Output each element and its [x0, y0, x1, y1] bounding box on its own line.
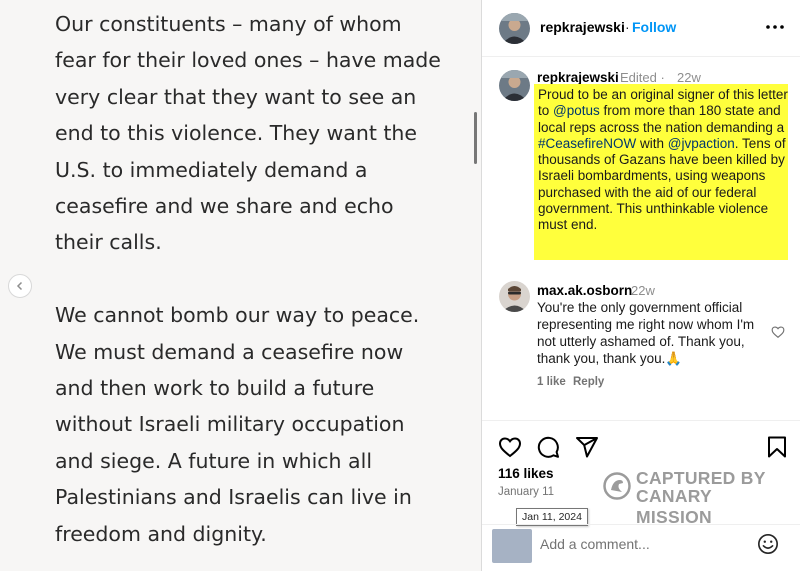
- hashtag-link[interactable]: #CeasefireNOW: [538, 136, 636, 151]
- post-image-paragraph: We cannot bomb our way to peace. We must…: [55, 303, 420, 546]
- actions-divider: [482, 420, 800, 421]
- previous-image-button[interactable]: [8, 274, 32, 298]
- post-image-paragraph: Our constituents – many of whom fear for…: [55, 12, 441, 255]
- comment-timestamp[interactable]: 22w: [631, 283, 655, 298]
- caption-edited-label: Edited ·: [620, 70, 665, 85]
- post-image-text: Our constituents – many of whom fear for…: [55, 6, 455, 552]
- reply-button[interactable]: Reply: [573, 376, 604, 388]
- comment-likes[interactable]: 1 like: [537, 376, 566, 388]
- comment-icon[interactable]: [536, 435, 560, 459]
- caption-timestamp[interactable]: 22w: [677, 70, 701, 85]
- post-image: Our constituents – many of whom fear for…: [0, 0, 481, 571]
- follow-button[interactable]: Follow: [632, 19, 676, 35]
- emoji-icon[interactable]: [757, 533, 779, 555]
- avatar: [492, 529, 532, 563]
- caption-text: Proud to be an original signer of this l…: [538, 87, 788, 234]
- caption-text-segment: with: [636, 135, 668, 151]
- watermark: CAPTURED BY CANARY MISSION: [603, 468, 788, 527]
- avatar[interactable]: [499, 70, 530, 101]
- comment-input[interactable]: [540, 535, 740, 553]
- watermark-line-2: CANARY MISSION: [636, 486, 712, 527]
- header-username[interactable]: repkrajewski: [540, 19, 625, 35]
- likes-count[interactable]: 116 likes: [498, 466, 554, 481]
- bookmark-icon[interactable]: [765, 435, 789, 459]
- mention-link[interactable]: @jvpaction: [668, 136, 735, 151]
- comment-like-heart-icon[interactable]: [771, 325, 785, 339]
- mention-link[interactable]: @potus: [553, 103, 600, 118]
- header-separator: ·: [625, 19, 630, 35]
- chevron-left-icon: [16, 281, 23, 291]
- more-options-icon[interactable]: [765, 17, 785, 37]
- heart-icon[interactable]: [498, 435, 522, 459]
- avatar[interactable]: [499, 13, 530, 44]
- caption-username[interactable]: repkrajewski: [537, 70, 619, 85]
- comment-username[interactable]: max.ak.osborn: [537, 283, 632, 298]
- comment-text: You're the only government official repr…: [537, 300, 755, 366]
- canary-logo-icon: [603, 472, 631, 500]
- avatar[interactable]: [499, 281, 530, 312]
- share-icon[interactable]: [575, 435, 599, 459]
- image-scrollbar[interactable]: [474, 112, 477, 164]
- post-date[interactable]: January 11: [498, 486, 554, 498]
